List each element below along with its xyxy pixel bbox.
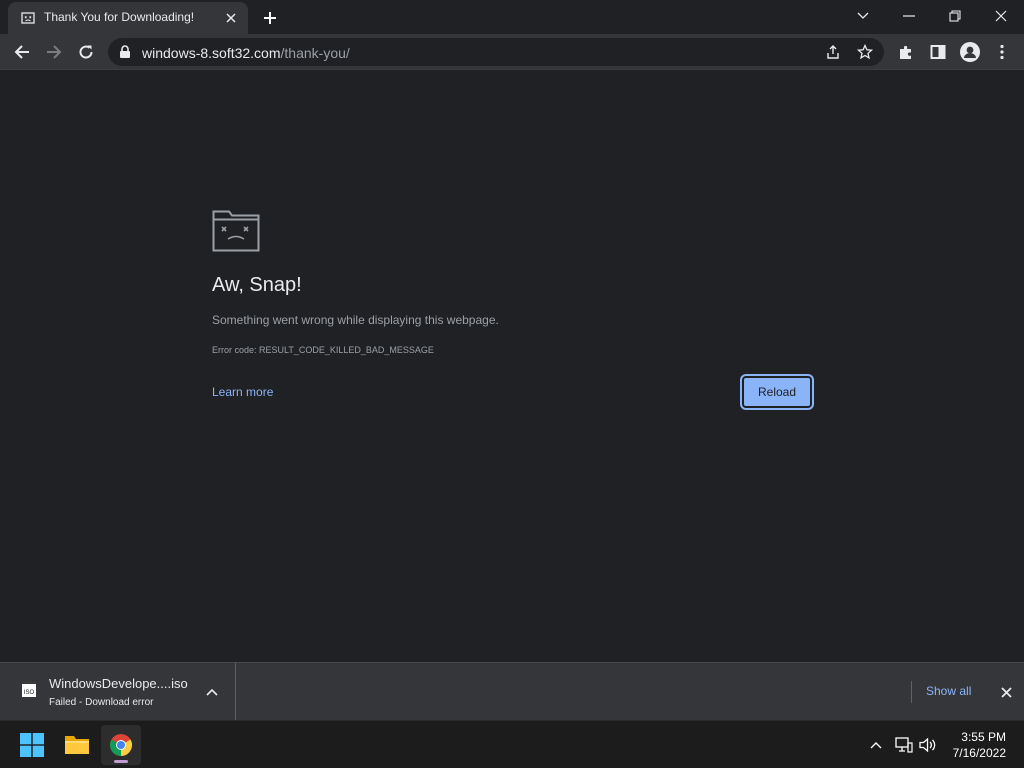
tab-thank-you[interactable]: Thank You for Downloading!	[8, 2, 248, 34]
url-text[interactable]: windows-8.soft32.com/thank-you/	[142, 45, 350, 61]
back-button[interactable]	[8, 38, 36, 66]
reload-icon[interactable]	[72, 38, 100, 66]
tab-strip: Thank You for Downloading!	[0, 0, 1024, 34]
error-description: Something went wrong while displaying th…	[212, 313, 499, 327]
file-explorer-icon[interactable]	[57, 725, 97, 765]
browser-window: Thank You for Downloading! windows-8.sof…	[0, 0, 1024, 720]
tab-search-chevron-icon[interactable]	[840, 2, 886, 30]
iso-file-icon-label: ISO	[24, 690, 35, 696]
extensions-puzzle-icon[interactable]	[892, 38, 920, 66]
learn-more-link[interactable]: Learn more	[212, 385, 273, 399]
new-tab-button[interactable]	[258, 6, 282, 30]
profile-avatar-icon[interactable]	[956, 38, 984, 66]
reload-button[interactable]: Reload	[742, 376, 812, 408]
menu-kebab-icon[interactable]	[988, 38, 1016, 66]
chrome-taskbar-icon[interactable]	[101, 725, 141, 765]
sad-tab-icon	[21, 12, 35, 24]
chevron-up-icon[interactable]	[203, 683, 221, 701]
bookmark-star-icon[interactable]	[856, 43, 874, 61]
tab-title: Thank You for Downloading!	[44, 10, 195, 24]
minimize-button[interactable]	[886, 2, 932, 30]
volume-icon[interactable]	[918, 735, 938, 755]
restore-button[interactable]	[932, 2, 978, 30]
download-separator	[911, 681, 912, 703]
active-app-indicator	[114, 760, 128, 763]
windows-taskbar: 3:55 PM 7/16/2022	[0, 720, 1024, 768]
address-bar[interactable]: windows-8.soft32.com/thank-you/	[108, 38, 884, 66]
download-filename: WindowsDevelope....iso	[49, 676, 188, 691]
browser-toolbar: windows-8.soft32.com/thank-you/	[0, 34, 1024, 70]
url-path: /thank-you/	[280, 45, 350, 61]
network-icon[interactable]	[894, 735, 914, 755]
error-code: Error code: RESULT_CODE_KILLED_BAD_MESSA…	[212, 345, 434, 355]
share-icon[interactable]	[824, 43, 842, 61]
download-status: Failed - Download error	[49, 697, 154, 708]
lock-icon[interactable]	[118, 45, 132, 59]
forward-button[interactable]	[40, 38, 68, 66]
show-all-link[interactable]: Show all	[926, 684, 971, 698]
sad-folder-icon	[212, 210, 260, 252]
system-clock[interactable]: 3:55 PM 7/16/2022	[953, 729, 1006, 761]
clock-date: 7/16/2022	[952, 746, 1006, 760]
start-windows-icon[interactable]	[12, 725, 52, 765]
iso-file-icon: ISO	[22, 681, 36, 697]
side-panel-icon[interactable]	[924, 38, 952, 66]
download-shelf: ISO WindowsDevelope....iso Failed - Down…	[0, 662, 1024, 720]
close-download-shelf-icon[interactable]	[996, 682, 1016, 702]
clock-time: 3:55 PM	[961, 730, 1006, 744]
download-item[interactable]: ISO WindowsDevelope....iso Failed - Down…	[0, 663, 236, 720]
close-window-button[interactable]	[978, 2, 1024, 30]
error-title: Aw, Snap!	[212, 274, 302, 296]
tab-close-icon[interactable]	[222, 9, 240, 27]
show-hidden-icons-chevron-icon[interactable]	[866, 735, 886, 755]
url-host: windows-8.soft32.com	[142, 45, 281, 61]
